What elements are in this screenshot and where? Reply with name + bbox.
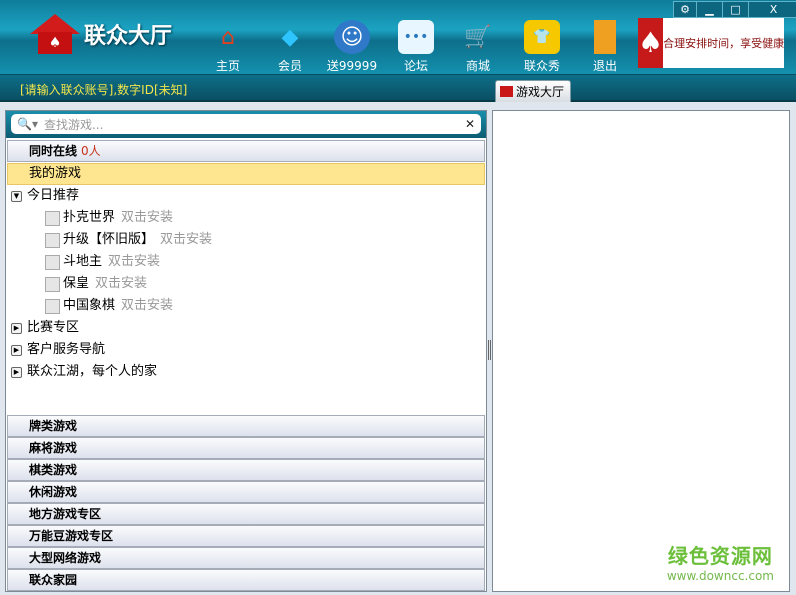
nav-member[interactable]: ◆ 会员 bbox=[260, 20, 320, 74]
diamond-icon: ◆ bbox=[281, 24, 299, 50]
nav-gift[interactable]: ☺ 送99999 bbox=[322, 20, 382, 74]
search-bar: 🔍▾ 查找游戏... ✕ bbox=[6, 111, 486, 138]
ad-text: 合理安排时间，享受健康生活 bbox=[663, 37, 784, 50]
online-label: 同时在线 bbox=[29, 144, 78, 158]
nav-label: 联众秀 bbox=[523, 59, 560, 73]
game-name: 斗地主 bbox=[63, 254, 103, 269]
search-placeholder: 查找游戏... bbox=[43, 117, 104, 132]
tree-label: 比赛专区 bbox=[27, 320, 80, 335]
home-icon: ⌂ bbox=[221, 24, 235, 50]
category-list: 牌类游戏 麻将游戏 棋类游戏 休闲游戏 地方游戏专区 万能豆游戏专区 大型网络游… bbox=[6, 415, 486, 591]
game-item[interactable]: 中国象棋 双击安装 bbox=[6, 295, 486, 317]
tree-label: 客户服务导航 bbox=[27, 342, 106, 357]
nav-forum[interactable]: ••• 论坛 bbox=[386, 20, 446, 74]
install-hint: 双击安装 bbox=[95, 276, 148, 291]
status-bar: [请输入联众账号],数字ID[未知] bbox=[0, 75, 796, 102]
category-mahjong[interactable]: 麻将游戏 bbox=[7, 437, 485, 459]
maximize-button[interactable]: □ bbox=[722, 2, 748, 17]
clear-icon[interactable]: ✕ bbox=[465, 117, 475, 131]
game-item[interactable]: 扑克世界 双击安装 bbox=[6, 207, 486, 229]
category-local[interactable]: 地方游戏专区 bbox=[7, 503, 485, 525]
header: ♠ 联众大厅 ⌂ 主页 ◆ 会员 ☺ 送99999 ••• 论坛 🛒 商城 👕 联众秀 退出… bbox=[0, 0, 796, 75]
cart-icon: 🛒 bbox=[464, 24, 492, 50]
house-icon bbox=[500, 86, 513, 97]
watermark-url: www.downcc.com bbox=[666, 569, 774, 583]
ad-banner[interactable]: ♠合理安排时间，享受健康生活 bbox=[638, 18, 784, 68]
watermark-title: 绿色资源网 bbox=[667, 544, 773, 568]
nav-home[interactable]: ⌂ 主页 bbox=[198, 20, 258, 74]
tree-label: 联众江湖，每个人的家 bbox=[27, 364, 158, 379]
door-icon bbox=[594, 20, 616, 54]
nav-exit[interactable]: 退出 bbox=[575, 20, 635, 74]
game-name: 扑克世界 bbox=[63, 210, 116, 225]
my-games[interactable]: 我的游戏 bbox=[7, 163, 485, 185]
game-item[interactable]: 保皇 双击安装 bbox=[6, 273, 486, 295]
install-hint: 双击安装 bbox=[121, 298, 174, 313]
game-icon bbox=[45, 298, 60, 314]
nav-label: 主页 bbox=[215, 59, 240, 73]
shark-icon: ☺ bbox=[334, 20, 370, 54]
game-icon bbox=[45, 210, 60, 226]
window-controls: ⚙ ▁ □ X bbox=[673, 1, 796, 18]
nav-show[interactable]: 👕 联众秀 bbox=[512, 20, 572, 74]
tree-node-today[interactable]: ▼ 今日推荐 bbox=[6, 185, 486, 207]
online-count: 0人 bbox=[81, 144, 101, 158]
category-beans[interactable]: 万能豆游戏专区 bbox=[7, 525, 485, 547]
game-icon bbox=[45, 254, 60, 270]
nav-shop[interactable]: 🛒 商城 bbox=[448, 20, 508, 74]
search-icon[interactable]: 🔍▾ bbox=[17, 117, 38, 131]
expand-icon[interactable]: ▶ bbox=[11, 366, 22, 378]
collapse-icon[interactable]: ▼ bbox=[11, 190, 22, 202]
game-name: 升级【怀旧版】 bbox=[63, 232, 155, 247]
chat-bubble-icon: ••• bbox=[398, 20, 434, 54]
game-item[interactable]: 斗地主 双击安装 bbox=[6, 251, 486, 273]
category-card-games[interactable]: 牌类游戏 bbox=[7, 415, 485, 437]
game-name: 中国象棋 bbox=[63, 298, 116, 313]
nav-label: 商城 bbox=[465, 59, 490, 73]
watermark: 绿色资源网 www.downcc.com bbox=[667, 540, 774, 583]
tab-label: 游戏大厅 bbox=[516, 85, 565, 99]
game-icon bbox=[45, 232, 60, 248]
category-home[interactable]: 联众家园 bbox=[7, 569, 485, 591]
category-online[interactable]: 大型网络游戏 bbox=[7, 547, 485, 569]
expand-icon[interactable]: ▶ bbox=[11, 344, 22, 356]
account-info[interactable]: [请输入联众账号],数字ID[未知] bbox=[20, 81, 187, 98]
nav-label: 会员 bbox=[277, 59, 302, 73]
game-item[interactable]: 升级【怀旧版】 双击安装 bbox=[6, 229, 486, 251]
tree-node-service[interactable]: ▶ 客户服务导航 bbox=[6, 339, 486, 361]
expand-icon[interactable]: ▶ bbox=[11, 322, 22, 334]
tshirt-icon: 👕 bbox=[524, 20, 560, 54]
logo-house-icon: ♠ bbox=[30, 14, 80, 54]
online-count-header[interactable]: 同时在线 0人 bbox=[7, 140, 485, 162]
close-button[interactable]: X bbox=[748, 2, 796, 17]
tree-label: 今日推荐 bbox=[27, 188, 80, 203]
install-hint: 双击安装 bbox=[121, 210, 174, 225]
settings-button[interactable]: ⚙ bbox=[674, 2, 696, 17]
splitter-handle[interactable] bbox=[488, 340, 491, 360]
nav-label: 论坛 bbox=[403, 59, 428, 73]
tree-node-match[interactable]: ▶ 比赛专区 bbox=[6, 317, 486, 339]
logo-text: 联众大厅 bbox=[84, 24, 173, 49]
game-list-panel: 🔍▾ 查找游戏... ✕ 同时在线 0人 我的游戏 ▼ 今日推荐 扑克世界 双击安装 升级… bbox=[5, 110, 487, 592]
spade-icon: ♠ bbox=[638, 18, 664, 68]
nav-label: 送99999 bbox=[326, 59, 378, 73]
tree-node-community[interactable]: ▶ 联众江湖，每个人的家 bbox=[6, 361, 486, 383]
install-hint: 双击安装 bbox=[108, 254, 161, 269]
game-name: 保皇 bbox=[63, 276, 90, 291]
category-casual[interactable]: 休闲游戏 bbox=[7, 481, 485, 503]
content-panel bbox=[492, 110, 790, 592]
category-board-games[interactable]: 棋类游戏 bbox=[7, 459, 485, 481]
nav-label: 退出 bbox=[592, 59, 617, 73]
game-icon bbox=[45, 276, 60, 292]
install-hint: 双击安装 bbox=[160, 232, 213, 247]
search-input[interactable]: 🔍▾ 查找游戏... ✕ bbox=[11, 114, 481, 134]
tab-game-hall[interactable]: 游戏大厅 bbox=[495, 80, 571, 102]
minimize-button[interactable]: ▁ bbox=[696, 2, 722, 17]
logo: ♠ 联众大厅 bbox=[30, 14, 172, 54]
